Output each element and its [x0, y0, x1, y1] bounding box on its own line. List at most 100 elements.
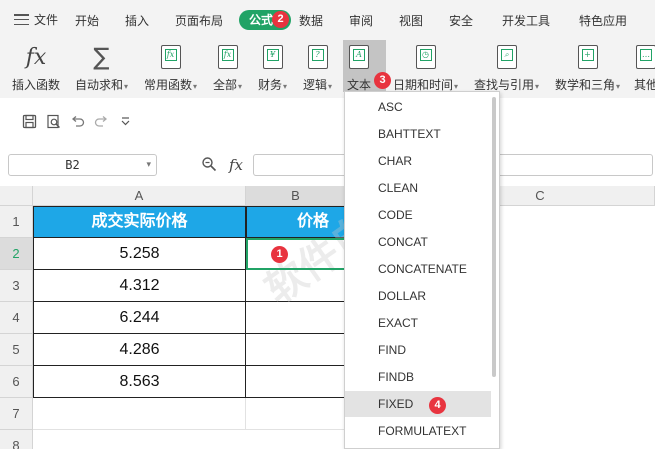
common-functions-label: 常用函数 [144, 78, 193, 92]
common-functions-button[interactable]: fx 常用函数▾ [144, 42, 197, 93]
lookup-reference-label: 查找与引用 [474, 78, 535, 92]
step-badge-3: 3 [374, 72, 391, 89]
financial-label: 财务 [258, 78, 283, 92]
math-trig-icon: + [577, 45, 598, 69]
all-functions-button[interactable]: fx 全部▾ [213, 42, 242, 93]
sigma-icon: ∑ [93, 43, 110, 71]
step-badge-1: 1 [271, 246, 288, 263]
insert-function-fx-icon[interactable]: fx [229, 156, 243, 174]
menu-tab-bar: 文件 开始 插入 页面布局 公式 数据 审阅 视图 安全 开发工具 特色应用 [0, 0, 655, 38]
date-time-icon: ◷ [415, 45, 436, 69]
tab-review[interactable]: 审阅 [349, 12, 373, 29]
function-item-concat[interactable]: CONCAT [345, 229, 491, 255]
autosum-button[interactable]: ∑ 自动求和▾ [75, 42, 128, 93]
select-all-corner[interactable] [0, 186, 33, 206]
math-trig-label: 数学和三角 [555, 78, 616, 92]
function-item-exact[interactable]: EXACT [345, 310, 491, 336]
redo-icon[interactable] [94, 114, 109, 129]
step-badge-2: 2 [272, 11, 289, 28]
logical-label: 逻辑 [303, 78, 328, 92]
function-item-asc[interactable]: ASC [345, 94, 491, 120]
quick-access-toolbar [0, 98, 655, 144]
function-item-dollar[interactable]: DOLLAR [345, 283, 491, 309]
function-item-fixed[interactable]: FIXED [345, 391, 491, 417]
row-header-7[interactable]: 7 [0, 398, 33, 430]
all-functions-label: 全部 [213, 78, 238, 92]
cell-b1[interactable]: 价格 [246, 206, 346, 238]
function-item-char[interactable]: CHAR [345, 148, 491, 174]
name-box[interactable]: B2 ▾ [8, 154, 157, 176]
step-badge-4: 4 [429, 397, 446, 414]
cell-a5[interactable]: 4.286 [33, 334, 246, 366]
cell-b5[interactable] [246, 334, 346, 366]
cell-a4[interactable]: 6.244 [33, 302, 246, 334]
tab-featured[interactable]: 特色应用 [579, 12, 627, 29]
date-time-button[interactable]: ◷ 日期和时间▾ [393, 42, 458, 93]
fx-icon: fx [25, 44, 47, 70]
text-functions-dropdown: ASC BAHTTEXT CHAR CLEAN CODE CONCAT CONC… [344, 91, 500, 449]
cell-a6[interactable]: 8.563 [33, 366, 246, 398]
cell-b3[interactable] [246, 270, 346, 302]
cell-b6[interactable] [246, 366, 346, 398]
other-functions-button[interactable]: … 其他 [634, 42, 655, 93]
column-header-b[interactable]: B [246, 186, 346, 206]
function-item-find[interactable]: FIND [345, 337, 491, 363]
file-menu-label: 文件 [34, 13, 59, 27]
insert-function-button[interactable]: fx 插入函数 [12, 42, 60, 93]
insert-function-label: 插入函数 [12, 78, 61, 92]
row-header-2[interactable]: 2 [0, 238, 33, 270]
name-box-value: B2 [65, 158, 80, 172]
column-header-a[interactable]: A [33, 186, 246, 206]
lookup-reference-button[interactable]: ⌕ 查找与引用▾ [474, 42, 539, 93]
zoom-search-icon[interactable] [201, 156, 217, 175]
cell-b4[interactable] [246, 302, 346, 334]
name-box-dropdown-icon[interactable]: ▾ [146, 159, 151, 170]
tab-page-layout[interactable]: 页面布局 [175, 12, 223, 29]
other-functions-label: 其他 [634, 78, 655, 92]
dropdown-scrollbar[interactable] [492, 97, 496, 377]
date-time-label: 日期和时间 [393, 78, 454, 92]
text-functions-icon: A [349, 45, 369, 69]
function-item-formulatext[interactable]: FORMULATEXT [345, 418, 491, 444]
save-icon[interactable] [22, 114, 37, 129]
row-header-6[interactable]: 6 [0, 366, 33, 398]
tab-start[interactable]: 开始 [75, 12, 99, 29]
row-header-8[interactable]: 8 [0, 430, 33, 449]
function-item-code[interactable]: CODE [345, 202, 491, 228]
function-item-bahttext[interactable]: BAHTTEXT [345, 121, 491, 147]
tab-data[interactable]: 数据 [299, 12, 323, 29]
all-functions-icon: fx [217, 45, 238, 69]
print-preview-icon[interactable] [46, 114, 61, 129]
active-cell-selection[interactable] [246, 238, 346, 270]
logical-icon: ? [307, 45, 328, 69]
customize-chevron-icon[interactable] [118, 114, 133, 129]
row-header-4[interactable]: 4 [0, 302, 33, 334]
lookup-reference-icon: ⌕ [496, 45, 517, 69]
row-header-3[interactable]: 3 [0, 270, 33, 302]
undo-icon[interactable] [70, 114, 85, 129]
autosum-label: 自动求和 [75, 78, 124, 92]
formula-bar: B2 ▾ fx [0, 144, 655, 186]
other-functions-icon: … [636, 45, 655, 69]
cell-a7[interactable] [33, 398, 246, 430]
worksheet-grid: A B C 1 2 3 4 5 6 7 8 成交实际价格 价格 5.258 4.… [0, 186, 655, 449]
tab-insert[interactable]: 插入 [125, 12, 149, 29]
common-functions-icon: fx [160, 45, 181, 69]
cell-b7[interactable] [246, 398, 346, 430]
row-header-1[interactable]: 1 [0, 206, 33, 238]
tab-developer[interactable]: 开发工具 [502, 12, 550, 29]
logical-button[interactable]: ? 逻辑▾ [303, 42, 332, 93]
financial-button[interactable]: ¥ 财务▾ [258, 42, 287, 93]
file-menu[interactable]: 文件 [14, 11, 58, 28]
tab-security[interactable]: 安全 [449, 12, 473, 29]
math-trig-button[interactable]: + 数学和三角▾ [555, 42, 620, 93]
function-item-concatenate[interactable]: CONCATENATE [345, 256, 491, 282]
tab-view[interactable]: 视图 [399, 12, 423, 29]
function-item-findb[interactable]: FINDB [345, 364, 491, 390]
cell-a2[interactable]: 5.258 [33, 238, 246, 270]
function-item-clean[interactable]: CLEAN [345, 175, 491, 201]
row-header-5[interactable]: 5 [0, 334, 33, 366]
cell-a3[interactable]: 4.312 [33, 270, 246, 302]
text-functions-button[interactable]: A 文本 [347, 42, 371, 93]
cell-a1[interactable]: 成交实际价格 [33, 206, 246, 238]
